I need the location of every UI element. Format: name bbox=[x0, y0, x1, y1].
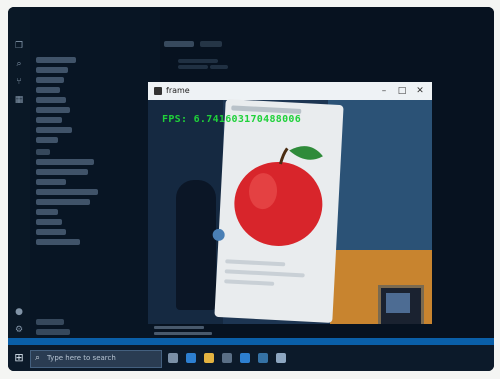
tree-item[interactable] bbox=[36, 117, 62, 123]
search-placeholder: Type here to search bbox=[47, 354, 116, 362]
tree-item[interactable] bbox=[36, 159, 94, 165]
code-line bbox=[178, 65, 208, 69]
settings-icon[interactable]: ⚙ bbox=[13, 325, 25, 335]
tree-item[interactable] bbox=[36, 77, 64, 83]
editor-tab[interactable] bbox=[164, 41, 194, 47]
tree-item[interactable] bbox=[36, 67, 68, 73]
close-button[interactable]: ✕ bbox=[414, 85, 426, 97]
window-title: frame bbox=[166, 86, 190, 95]
tree-item[interactable] bbox=[36, 149, 50, 155]
file-explorer-panel bbox=[30, 7, 160, 345]
search-icon[interactable]: ⌕ bbox=[13, 59, 25, 69]
code-line bbox=[210, 65, 228, 69]
phone-text-line bbox=[224, 269, 305, 278]
git-icon[interactable]: ⑂ bbox=[13, 77, 25, 87]
feed-background bbox=[328, 100, 432, 250]
minimize-button[interactable]: – bbox=[378, 85, 390, 97]
tree-item[interactable] bbox=[36, 137, 58, 143]
tree-item[interactable] bbox=[36, 199, 90, 205]
explorer-icon[interactable]: ❐ bbox=[13, 41, 25, 51]
taskbar-search[interactable]: ⌕ Type here to search bbox=[30, 350, 162, 368]
tree-item[interactable] bbox=[36, 169, 88, 175]
terminal-line bbox=[154, 332, 212, 335]
search-icon: ⌕ bbox=[35, 353, 41, 363]
feed-picture bbox=[386, 293, 410, 313]
outline-section[interactable] bbox=[36, 319, 64, 325]
tree-item[interactable] bbox=[36, 229, 66, 235]
tree-item[interactable] bbox=[36, 87, 60, 93]
tree-item[interactable] bbox=[36, 189, 98, 195]
windows-start-icon[interactable]: ⊞ bbox=[12, 351, 26, 365]
terminal-line bbox=[154, 326, 204, 329]
window-titlebar[interactable]: frame – □ ✕ bbox=[148, 82, 432, 100]
tree-item[interactable] bbox=[36, 209, 58, 215]
feed-person-silhouette bbox=[176, 180, 216, 310]
phone-text-line bbox=[225, 259, 286, 267]
taskbar-app-icon[interactable] bbox=[276, 353, 286, 363]
phone-text-line bbox=[224, 279, 275, 286]
app-icon bbox=[154, 87, 162, 95]
timeline-section[interactable] bbox=[36, 329, 70, 335]
monitor-screen: ❐ ⌕ ⑂ ▦ ● ⚙ frame – □ ✕ FPS: 6.741603170… bbox=[8, 7, 494, 371]
code-line bbox=[178, 59, 218, 63]
edge-icon[interactable] bbox=[186, 353, 196, 363]
store-icon[interactable] bbox=[222, 353, 232, 363]
fps-overlay: FPS: 6.741603170488006 bbox=[162, 114, 302, 125]
account-icon[interactable]: ● bbox=[13, 307, 25, 317]
extensions-icon[interactable]: ▦ bbox=[13, 95, 25, 105]
camera-feed: FPS: 6.741603170488006 bbox=[148, 99, 432, 324]
activity-bar: ❐ ⌕ ⑂ ▦ ● ⚙ bbox=[8, 7, 30, 345]
tree-item[interactable] bbox=[36, 107, 70, 113]
phone-display bbox=[212, 99, 344, 323]
file-explorer-icon[interactable] bbox=[204, 353, 214, 363]
maximize-button[interactable]: □ bbox=[396, 85, 408, 97]
tree-item[interactable] bbox=[36, 57, 76, 63]
editor-tab[interactable] bbox=[200, 41, 222, 47]
tree-item[interactable] bbox=[36, 219, 62, 225]
mail-icon[interactable] bbox=[240, 353, 250, 363]
camera-window[interactable]: frame – □ ✕ FPS: 6.741603170488006 bbox=[148, 82, 432, 324]
python-icon[interactable] bbox=[258, 353, 268, 363]
tree-item[interactable] bbox=[36, 239, 80, 245]
tree-item[interactable] bbox=[36, 97, 66, 103]
task-view-icon[interactable] bbox=[168, 353, 178, 363]
taskbar: ⊞ ⌕ Type here to search bbox=[8, 345, 494, 371]
tree-item[interactable] bbox=[36, 179, 66, 185]
tree-item[interactable] bbox=[36, 127, 72, 133]
status-bar bbox=[8, 338, 494, 345]
phone-header bbox=[231, 105, 302, 115]
apple-image bbox=[234, 146, 323, 246]
